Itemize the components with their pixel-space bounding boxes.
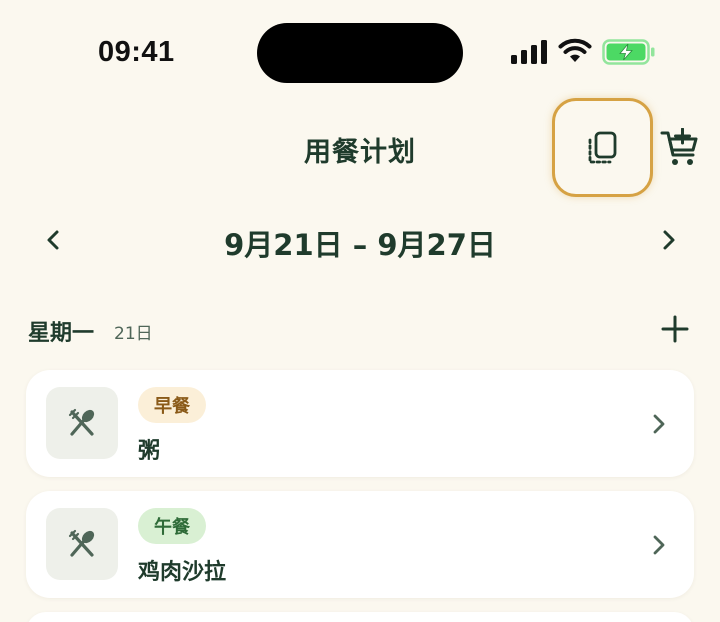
meal-thumbnail [46,387,118,459]
battery-charging-icon [602,39,655,65]
utensils-icon [68,529,95,557]
chevron-right-icon [653,535,665,555]
signal-icon [511,40,547,64]
meal-plan-screen: 09:41 用餐计划 9月21日 – 9月27日 星期一 21日 早餐 粥 午餐… [0,0,720,622]
day-name: 星期一 [28,321,95,346]
day-date: 21日 [114,324,153,344]
dynamic-island [257,23,463,83]
meal-card[interactable]: 午餐 鸡肉沙拉 [26,491,694,598]
chevron-right-icon[interactable] [654,224,684,256]
copy-week-button[interactable] [552,98,653,197]
meal-type-badge: 早餐 [138,387,206,423]
meal-card[interactable]: 早餐 粥 [26,370,694,477]
plus-icon[interactable] [657,311,693,347]
meal-card[interactable] [26,612,694,622]
wifi-icon [558,38,592,62]
meal-name: 粥 [138,439,161,464]
cart-add-icon[interactable] [660,128,700,168]
utensils-icon [68,408,95,436]
meal-thumbnail [46,508,118,580]
copy-icon [588,131,616,163]
week-range: 9月21日 – 9月27日 [224,228,496,262]
chevron-right-icon [653,414,665,434]
meal-name: 鸡肉沙拉 [138,560,227,585]
meal-type-badge: 午餐 [138,508,206,544]
status-time: 09:41 [98,36,175,68]
